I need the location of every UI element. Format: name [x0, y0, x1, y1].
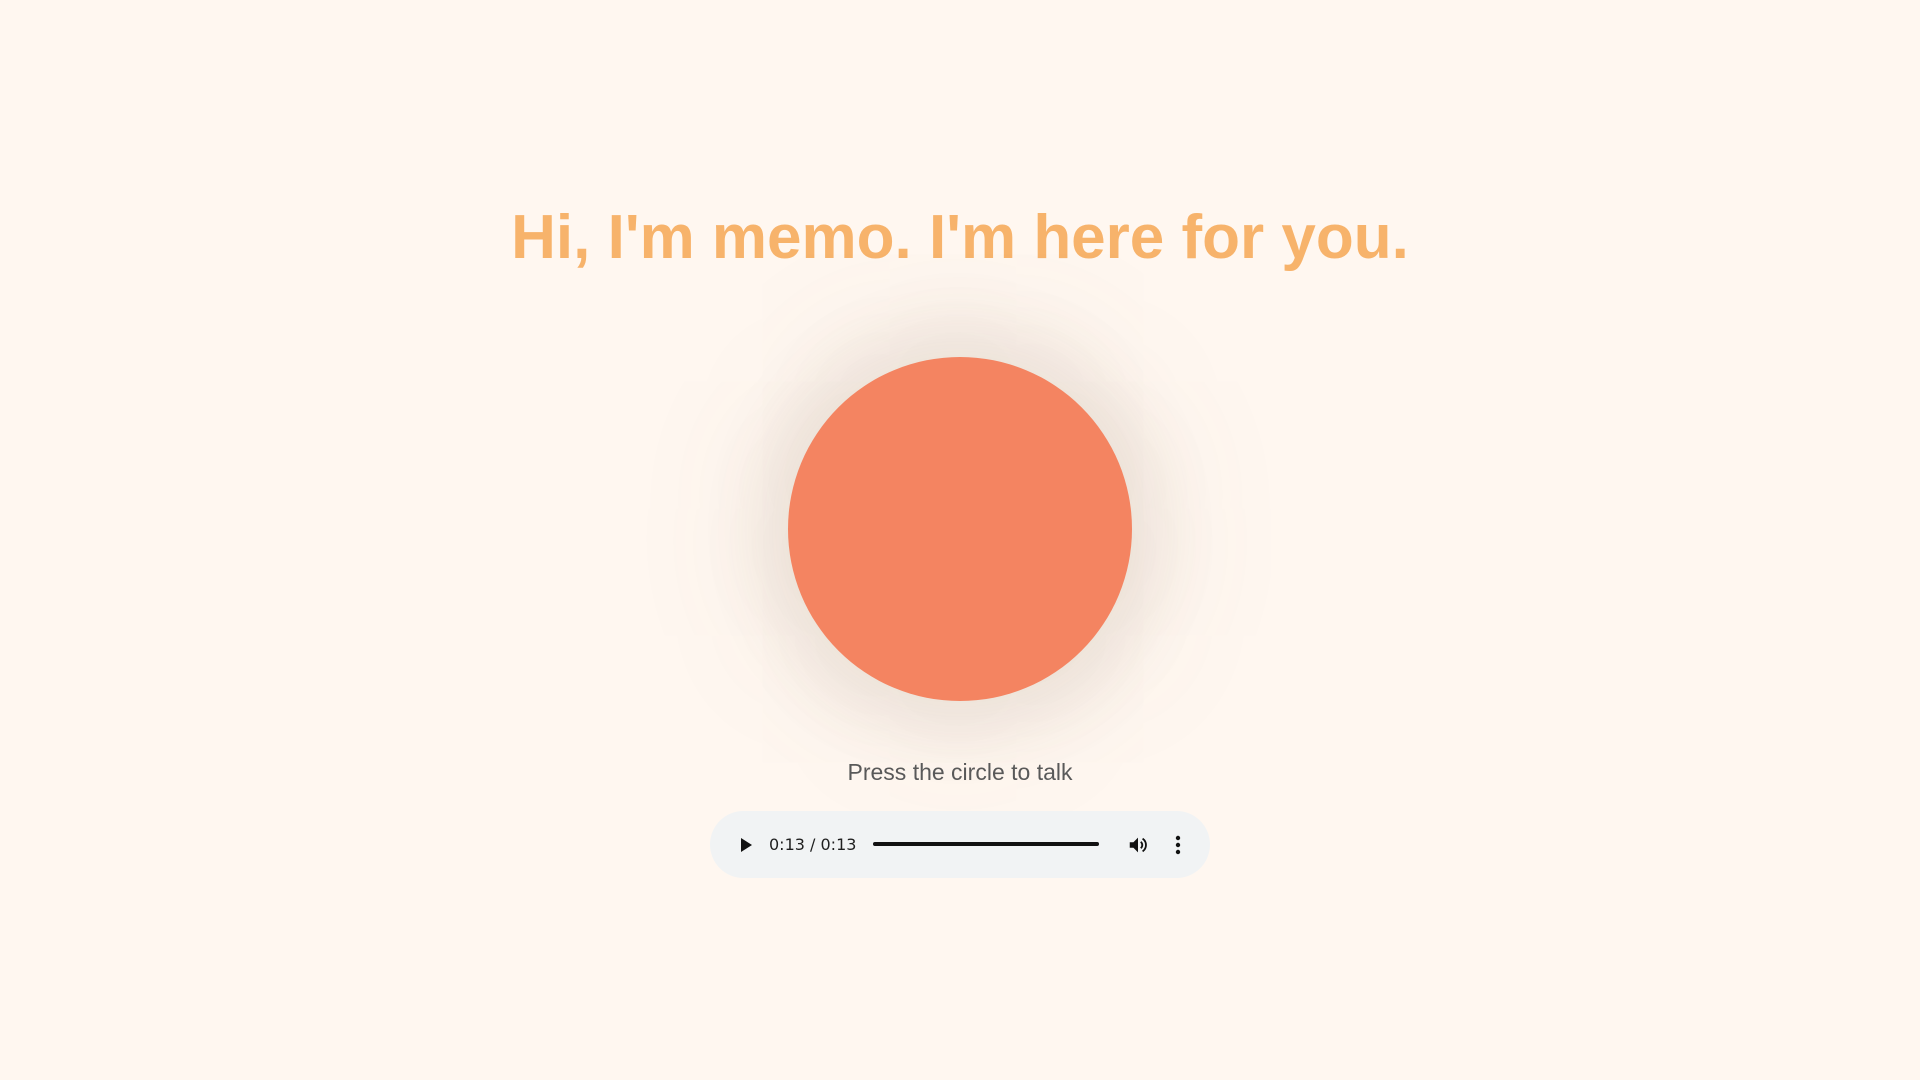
- play-icon: [741, 838, 752, 852]
- progress-slider[interactable]: [873, 842, 1099, 846]
- volume-icon: [1129, 837, 1147, 853]
- play-button[interactable]: [734, 833, 758, 857]
- audio-player: 0:13 / 0:13: [710, 811, 1210, 878]
- more-options-button[interactable]: [1166, 832, 1190, 858]
- more-options-icon: [1175, 835, 1181, 855]
- volume-button[interactable]: [1125, 832, 1151, 858]
- page: Hi, I'm memo. I'm here for you. Press th…: [0, 0, 1920, 1080]
- talk-instruction: Press the circle to talk: [847, 759, 1073, 785]
- time-display: 0:13 / 0:13: [769, 835, 857, 854]
- page-title: Hi, I'm memo. I'm here for you.: [511, 203, 1409, 272]
- talk-circle-button[interactable]: [788, 357, 1132, 701]
- progress-fill: [873, 842, 1099, 846]
